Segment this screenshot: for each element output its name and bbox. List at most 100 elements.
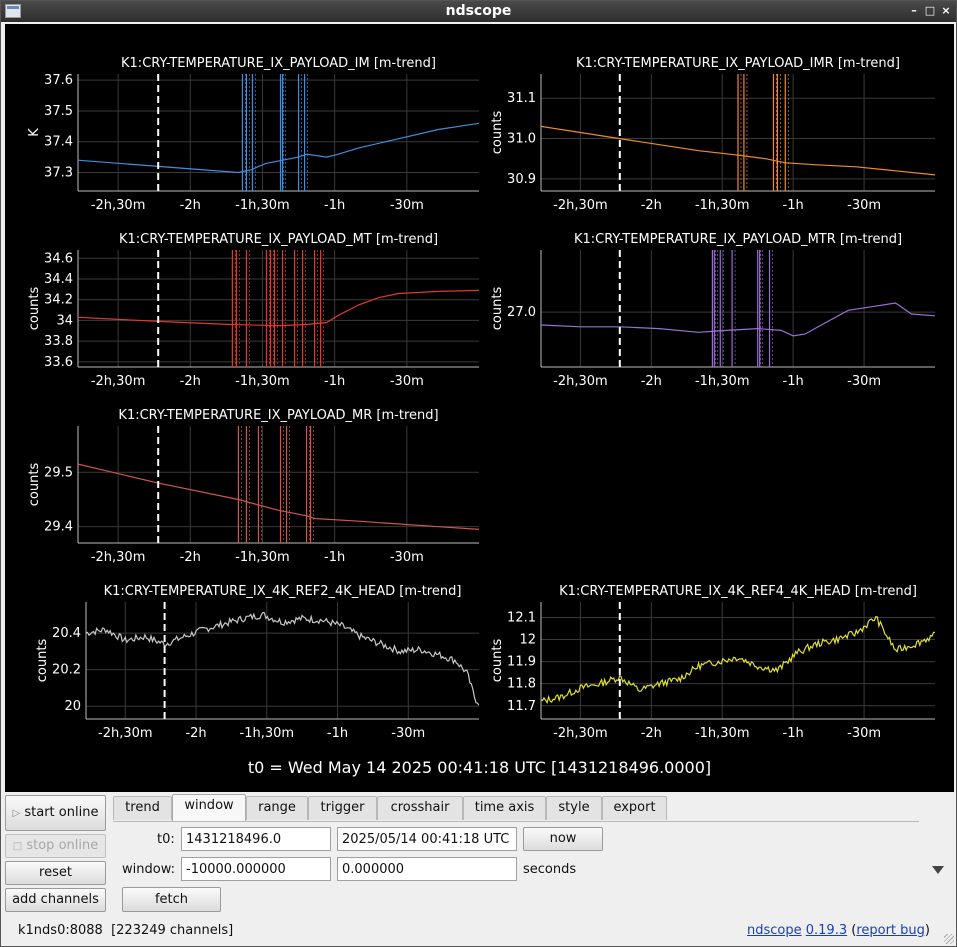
x-tick-label: -1h — [324, 198, 345, 213]
series-line — [86, 611, 479, 706]
x-tick-label: -30m — [390, 198, 424, 213]
now-button[interactable]: now — [523, 827, 603, 851]
x-tick-label: -30m — [847, 726, 881, 741]
resize-grip-icon[interactable] — [944, 934, 954, 944]
t0-utc-field[interactable] — [337, 827, 517, 851]
reset-button[interactable]: reset — [5, 861, 106, 885]
plot-1: K1:CRY-TEMPERATURE_IX_PAYLOAD_IM [m-tren… — [27, 56, 479, 213]
plot-5: K1:CRY-TEMPERATURE_IX_PAYLOAD_MR [m-tren… — [27, 408, 479, 565]
tab-trigger[interactable]: trigger — [308, 796, 377, 820]
tab-crosshair[interactable]: crosshair — [377, 796, 463, 820]
y-tick-label: 31.1 — [507, 91, 536, 106]
y-tick-label: 20 — [64, 699, 81, 714]
x-tick-label: -2h,30m — [91, 550, 146, 565]
y-tick-label: 11.9 — [507, 655, 536, 670]
y-tick-label: 34.6 — [44, 251, 73, 266]
y-axis-label: counts — [27, 287, 42, 331]
minimize-icon[interactable]: – — [906, 3, 922, 19]
x-tick-label: -1h — [324, 374, 345, 389]
stop-icon: □ — [12, 841, 23, 852]
version-links: ndscope 0.19.3 (report bug) — [747, 923, 930, 938]
plot-7: K1:CRY-TEMPERATURE_IX_4K_REF4_4K_HEAD [m… — [490, 584, 935, 741]
series-line — [541, 615, 935, 705]
plot-title: K1:CRY-TEMPERATURE_IX_PAYLOAD_IM [m-tren… — [121, 56, 436, 71]
maximize-icon[interactable]: □ — [922, 3, 938, 19]
control-panel: ▷ start online □ stop online reset add c… — [1, 792, 956, 946]
start-online-label: start online — [24, 805, 99, 820]
window-start-field[interactable] — [181, 857, 331, 881]
y-tick-label: 37.6 — [44, 73, 73, 88]
x-tick-label: -30m — [390, 374, 424, 389]
series-line — [541, 302, 935, 337]
ndscope-link[interactable]: ndscope — [747, 923, 802, 938]
y-tick-label: 30.9 — [507, 172, 536, 187]
report-close-paren: ) — [924, 923, 930, 938]
plot-title: K1:CRY-TEMPERATURE_IX_PAYLOAD_MR [m-tren… — [118, 408, 438, 423]
x-tick-label: -2h — [185, 726, 206, 741]
y-tick-label: 29.5 — [44, 465, 73, 480]
tab-style[interactable]: style — [546, 796, 602, 820]
y-tick-label: 37.5 — [44, 104, 73, 119]
plot-title: K1:CRY-TEMPERATURE_IX_PAYLOAD_MT [m-tren… — [119, 232, 438, 247]
x-tick-label: -2h,30m — [91, 374, 146, 389]
fetch-button[interactable]: fetch — [122, 887, 221, 912]
ndscope-window: ndscope – □ × K1:CRY-TEMPERATURE_IX_PAYL… — [0, 0, 957, 947]
x-tick-label: -1h,30m — [235, 374, 290, 389]
y-tick-label: 31.0 — [507, 132, 536, 147]
y-tick-label: 11.7 — [507, 699, 536, 714]
x-tick-label: -30m — [847, 198, 881, 213]
x-tick-label: -2h — [180, 374, 201, 389]
channel-count: [223249 channels] — [111, 923, 234, 938]
y-tick-label: 33.6 — [44, 355, 73, 370]
tab-time-axis[interactable]: time axis — [463, 796, 546, 820]
close-icon[interactable]: × — [938, 3, 954, 19]
expand-arrow-icon[interactable] — [932, 866, 944, 874]
x-tick-label: -2h,30m — [553, 374, 608, 389]
window-title: ndscope — [445, 3, 512, 19]
tab-window[interactable]: window — [172, 794, 246, 821]
t0-banner: t0 = Wed May 14 2025 00:41:18 UTC [14312… — [247, 758, 712, 777]
x-tick-label: -2h,30m — [553, 198, 608, 213]
series-line — [78, 463, 479, 530]
y-axis-label: counts — [490, 111, 505, 155]
x-tick-label: -30m — [390, 550, 424, 565]
x-tick-label: -30m — [847, 374, 881, 389]
start-online-button[interactable]: ▷ start online — [5, 795, 106, 831]
plot-title: K1:CRY-TEMPERATURE_IX_4K_REF4_4K_HEAD [m… — [559, 584, 917, 599]
version-link[interactable]: 0.19.3 — [806, 923, 847, 938]
y-tick-label: 34 — [56, 313, 73, 328]
y-tick-label: 27.0 — [507, 305, 536, 320]
x-tick-label: -1h,30m — [240, 726, 295, 741]
x-tick-label: -1h — [327, 726, 348, 741]
y-axis-label: counts — [27, 463, 42, 507]
stop-online-label: stop online — [26, 838, 99, 853]
tab-trend[interactable]: trend — [113, 796, 172, 820]
play-icon: ▷ — [12, 808, 21, 819]
plot-area[interactable]: K1:CRY-TEMPERATURE_IX_PAYLOAD_IM [m-tren… — [5, 24, 954, 792]
plot-canvas[interactable]: K1:CRY-TEMPERATURE_IX_PAYLOAD_IM [m-tren… — [5, 24, 954, 792]
server-address: k1nds0:8088 — [18, 923, 103, 938]
plot-title: K1:CRY-TEMPERATURE_IX_PAYLOAD_MTR [m-tre… — [574, 232, 902, 247]
x-tick-label: -2h — [180, 550, 201, 565]
x-tick-label: -1h,30m — [235, 198, 290, 213]
title-bar[interactable]: ndscope – □ × — [1, 1, 956, 22]
plot-4: K1:CRY-TEMPERATURE_IX_PAYLOAD_MTR [m-tre… — [490, 232, 935, 389]
y-tick-label: 20.2 — [52, 663, 81, 678]
y-tick-label: 20.4 — [52, 626, 81, 641]
add-channels-button[interactable]: add channels — [5, 888, 106, 912]
tab-range[interactable]: range — [246, 796, 308, 820]
x-tick-label: -2h — [641, 374, 662, 389]
x-tick-label: -1h — [783, 726, 804, 741]
x-tick-label: -1h,30m — [695, 198, 750, 213]
x-tick-label: -1h — [783, 374, 804, 389]
x-tick-label: -2h — [641, 726, 662, 741]
t0-gps-field[interactable] — [181, 827, 331, 851]
tab-export[interactable]: export — [602, 796, 667, 820]
y-axis-label: counts — [490, 287, 505, 331]
y-tick-label: 12.1 — [507, 610, 536, 625]
report-bug-link[interactable]: report bug — [856, 923, 925, 938]
plot-6: K1:CRY-TEMPERATURE_IX_4K_REF2_4K_HEAD [m… — [35, 584, 479, 741]
window-end-field[interactable] — [337, 857, 517, 881]
stop-online-button[interactable]: □ stop online — [5, 834, 106, 858]
y-axis-label: counts — [490, 639, 505, 683]
